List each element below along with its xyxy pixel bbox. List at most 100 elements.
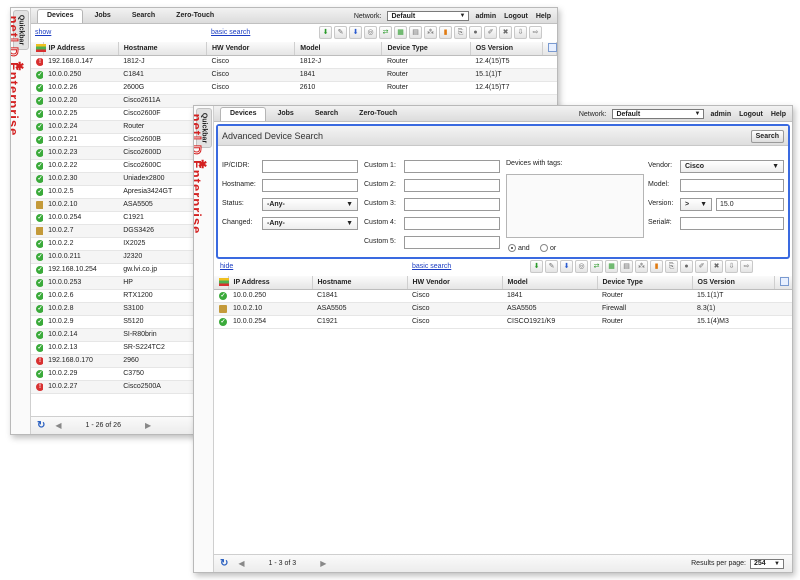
table-row[interactable]: ! 192.168.0.147 1812-J Cisco 1812-J Router 12.…	[31, 55, 557, 69]
column-header[interactable]: HW Vendor	[407, 276, 503, 290]
changed-select[interactable]: -Any- ▼	[262, 217, 358, 230]
column-header[interactable]: IP Address	[43, 42, 119, 56]
table-row[interactable]: ✓ 10.0.0.254 C1921 Cisco CISCO1921/K9 Router 1…	[214, 315, 792, 329]
next-page-icon[interactable]: ▶	[145, 421, 151, 430]
status-column-header[interactable]	[31, 42, 46, 56]
column-header[interactable]: Device Type	[597, 276, 693, 290]
column-header[interactable]: Device Type	[381, 42, 471, 56]
model-input[interactable]	[680, 179, 784, 192]
tags-or-option[interactable]: or	[540, 244, 556, 252]
report-icon[interactable]: ▮	[650, 260, 663, 273]
user-link[interactable]: admin	[710, 111, 731, 118]
copy-icon[interactable]: ⎘	[665, 260, 678, 273]
user-link[interactable]: admin	[475, 13, 496, 20]
next-page-icon[interactable]: ▶	[320, 559, 326, 568]
tags-and-option[interactable]: and	[508, 244, 530, 252]
table-cell: 8.3(1)	[692, 302, 774, 316]
ip-cidr-input[interactable]	[262, 160, 358, 173]
forward-icon[interactable]: ⇨	[529, 26, 542, 39]
status-icon[interactable]: ●	[680, 260, 693, 273]
custom-3-input[interactable]	[404, 198, 500, 211]
and-radio[interactable]	[508, 244, 516, 252]
custom-4-input[interactable]	[404, 217, 500, 230]
pencil-icon[interactable]: ✐	[484, 26, 497, 39]
pencil-icon[interactable]: ✐	[695, 260, 708, 273]
column-chooser-icon[interactable]	[779, 276, 789, 286]
grid-icon[interactable]: ▦	[605, 260, 618, 273]
status-column-header[interactable]	[214, 276, 229, 290]
export-icon[interactable]: ⇩	[725, 260, 738, 273]
version-operator-select[interactable]: > ▼	[680, 198, 712, 211]
column-header[interactable]: HW Vendor	[206, 42, 296, 56]
column-header[interactable]: Model	[502, 276, 598, 290]
search-button[interactable]: Search	[750, 130, 784, 143]
show-link[interactable]: show	[35, 29, 51, 36]
table-row[interactable]: ✓ 10.0.2.26 2600G Cisco 2610 Router 12.4(15)T7	[31, 81, 557, 95]
report-icon[interactable]: ▮	[439, 26, 452, 39]
tab-jobs[interactable]: Jobs	[267, 107, 303, 120]
column-header[interactable]: IP Address	[228, 276, 313, 290]
tags-list[interactable]	[506, 174, 644, 238]
copy-icon[interactable]: ⎘	[454, 26, 467, 39]
results-per-page-select[interactable]: 254 ▼	[750, 558, 784, 569]
export-icon[interactable]: ⇩	[514, 26, 527, 39]
status-icon[interactable]: ●	[469, 26, 482, 39]
compare-icon[interactable]: ⇄	[379, 26, 392, 39]
column-header[interactable]: Model	[294, 42, 383, 56]
tab-zero-touch[interactable]: Zero-Touch	[349, 107, 407, 120]
help-link[interactable]: Help	[536, 13, 551, 20]
tab-search[interactable]: Search	[305, 107, 348, 120]
tab-search[interactable]: Search	[122, 9, 165, 22]
forward-icon[interactable]: ⇨	[740, 260, 753, 273]
column-header[interactable]: OS Version	[692, 276, 775, 290]
hostname-input[interactable]	[262, 179, 358, 192]
tab-zero-touch[interactable]: Zero-Touch	[166, 9, 224, 22]
custom-2-input[interactable]	[404, 179, 500, 192]
basic-search-link[interactable]: basic search	[211, 29, 250, 36]
table-row[interactable]: 10.0.2.10 ASA5505 Cisco ASA5505 Firewall 8.3(…	[214, 302, 792, 316]
column-chooser-icon[interactable]	[547, 42, 557, 52]
tab-devices[interactable]: Devices	[37, 9, 84, 23]
compare-icon[interactable]: ⇄	[590, 260, 603, 273]
custom-5-input[interactable]	[404, 236, 500, 249]
hide-link[interactable]: hide	[220, 263, 233, 270]
grid-icon[interactable]: ▦	[394, 26, 407, 39]
network-select[interactable]: Default ▼	[387, 11, 470, 21]
table-icon[interactable]: ▤	[409, 26, 422, 39]
basic-search-link[interactable]: basic search	[412, 263, 451, 270]
table-row[interactable]: ✓ 10.0.0.250 C1841 Cisco 1841 Router 15.1(1)T	[31, 68, 557, 82]
table-row[interactable]: ✓ 10.0.0.250 C1841 Cisco 1841 Router 15.1(1)T	[214, 289, 792, 303]
prev-page-icon[interactable]: ◀	[55, 421, 61, 430]
refresh-icon[interactable]: ↻	[37, 420, 45, 431]
table-icon[interactable]: ▤	[620, 260, 633, 273]
or-radio[interactable]	[540, 244, 548, 252]
column-header[interactable]: OS Version	[470, 42, 543, 56]
prev-page-icon[interactable]: ◀	[238, 559, 244, 568]
download-icon[interactable]: ⬇	[319, 26, 332, 39]
column-header[interactable]: Hostname	[118, 42, 207, 56]
network-select[interactable]: Default ▼	[612, 109, 705, 119]
version-input[interactable]: 15.0	[716, 198, 784, 211]
refresh-icon[interactable]: ↻	[220, 558, 228, 569]
import-icon[interactable]: ⬇	[349, 26, 362, 39]
status-select[interactable]: -Any- ▼	[262, 198, 358, 211]
help-link[interactable]: Help	[771, 111, 786, 118]
logout-link[interactable]: Logout	[739, 111, 763, 118]
logout-link[interactable]: Logout	[504, 13, 528, 20]
vendor-select[interactable]: Cisco ▼	[680, 160, 784, 173]
edit-icon[interactable]: ✎	[334, 26, 347, 39]
tab-devices[interactable]: Devices	[220, 107, 267, 121]
view-icon[interactable]: ◎	[364, 26, 377, 39]
edit-icon[interactable]: ✎	[545, 260, 558, 273]
tab-jobs[interactable]: Jobs	[84, 9, 120, 22]
serial-input[interactable]	[680, 217, 784, 230]
import-icon[interactable]: ⬇	[560, 260, 573, 273]
topology-icon[interactable]: ⁂	[424, 26, 437, 39]
delete-icon[interactable]: ✖	[710, 260, 723, 273]
custom-1-input[interactable]	[404, 160, 500, 173]
column-header[interactable]: Hostname	[312, 276, 408, 290]
download-icon[interactable]: ⬇	[530, 260, 543, 273]
view-icon[interactable]: ◎	[575, 260, 588, 273]
topology-icon[interactable]: ⁂	[635, 260, 648, 273]
delete-icon[interactable]: ✖	[499, 26, 512, 39]
